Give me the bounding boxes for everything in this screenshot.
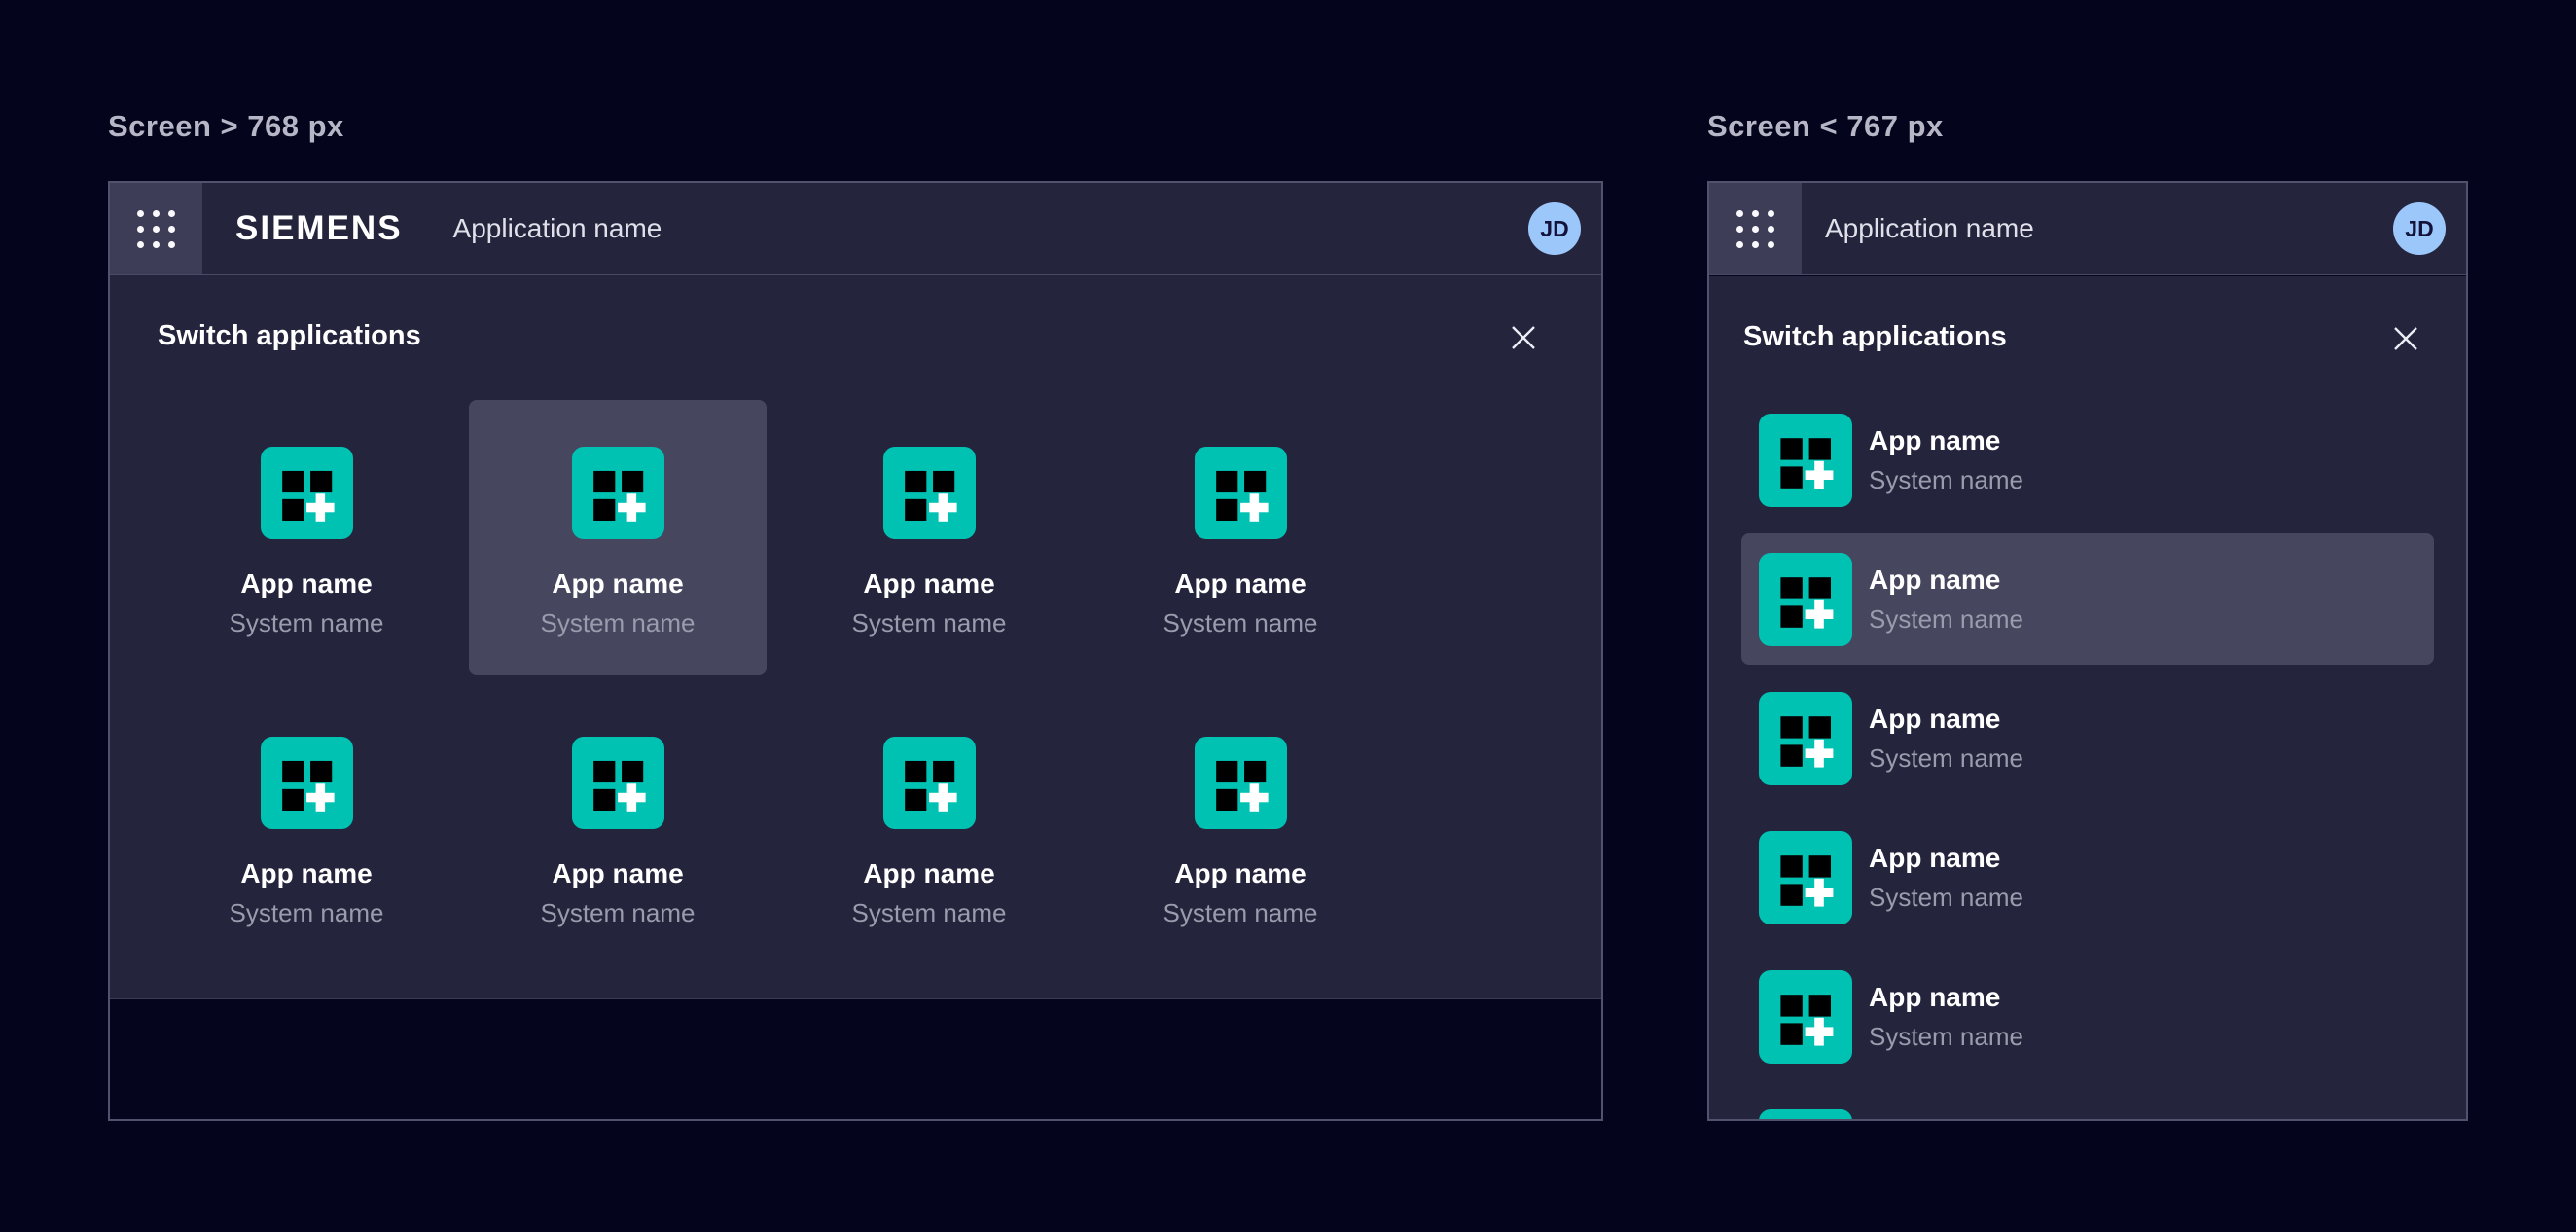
app-grid: App name System name App name System nam…: [158, 400, 1601, 965]
app-tile-highlighted[interactable]: App name System name: [469, 400, 767, 675]
app-list: App name System name App name System nam…: [1741, 394, 2434, 1119]
app-name-label: App name: [158, 858, 455, 889]
app-list-item[interactable]: App name System name: [1741, 394, 2434, 525]
siemens-logo: SIEMENS: [235, 209, 403, 248]
app-icon: [572, 737, 664, 829]
system-name-label: System name: [469, 608, 767, 638]
user-avatar[interactable]: JD: [2393, 202, 2446, 255]
system-name-label: System name: [1869, 465, 2023, 495]
app-content-area: [110, 999, 1601, 1118]
app-switch-grid-icon: [1736, 210, 1774, 248]
system-name-label: System name: [1091, 608, 1389, 638]
app-list-item-partial[interactable]: [1741, 1090, 2434, 1119]
close-button[interactable]: [2384, 317, 2427, 360]
app-tile[interactable]: App name System name: [780, 400, 1078, 675]
app-name-label: App name: [1091, 568, 1389, 599]
system-name-label: System name: [1869, 743, 2023, 774]
app-name-label: App name: [469, 568, 767, 599]
app-list-item[interactable]: App name System name: [1741, 951, 2434, 1082]
screen-label-desktop: Screen > 768 px: [108, 109, 344, 144]
app-icon: [261, 737, 353, 829]
system-name-label: System name: [780, 608, 1078, 638]
app-icon: [1759, 553, 1852, 646]
app-list-item-highlighted[interactable]: App name System name: [1741, 533, 2434, 665]
app-switch-button[interactable]: [110, 183, 202, 274]
app-header: SIEMENS Application name JD: [110, 183, 1601, 275]
app-list-item[interactable]: App name System name: [1741, 812, 2434, 943]
close-x-icon: [2392, 325, 2419, 352]
system-name-label: System name: [780, 898, 1078, 928]
app-list-item[interactable]: App name System name: [1741, 672, 2434, 804]
switch-applications-title: Switch applications: [1743, 321, 2466, 353]
app-name-label: App name: [158, 568, 455, 599]
switch-applications-overlay: Switch applications App name System name…: [110, 275, 1601, 999]
app-icon: [1759, 414, 1852, 507]
app-name-label: App name: [780, 858, 1078, 889]
window-desktop: SIEMENS Application name JD Switch appli…: [108, 181, 1603, 1121]
switch-applications-title: Switch applications: [158, 320, 1601, 352]
app-icon: [883, 737, 976, 829]
app-tile[interactable]: App name System name: [1091, 400, 1389, 675]
app-icon: [1759, 1109, 1852, 1120]
app-tile[interactable]: App name System name: [780, 690, 1078, 965]
app-icon: [572, 447, 664, 539]
app-icon: [883, 447, 976, 539]
app-icon: [1195, 447, 1287, 539]
system-name-label: System name: [1869, 604, 2023, 634]
app-icon: [261, 447, 353, 539]
app-name-label: App name: [1869, 704, 2023, 735]
close-x-icon: [1510, 324, 1537, 351]
app-name-label: App name: [1869, 564, 2023, 596]
app-tile[interactable]: App name System name: [1091, 690, 1389, 965]
app-header: Application name JD: [1709, 183, 2466, 275]
application-name-title: Application name: [1825, 213, 2034, 244]
app-name-label: App name: [1869, 425, 2023, 456]
close-button[interactable]: [1502, 316, 1545, 359]
user-avatar[interactable]: JD: [1528, 202, 1581, 255]
app-name-label: App name: [1091, 858, 1389, 889]
app-tile[interactable]: App name System name: [469, 690, 767, 965]
system-name-label: System name: [1091, 898, 1389, 928]
screen-label-mobile: Screen < 767 px: [1707, 109, 1944, 144]
app-switch-button[interactable]: [1709, 183, 1802, 274]
app-name-label: App name: [780, 568, 1078, 599]
app-icon: [1195, 737, 1287, 829]
switch-applications-overlay: Switch applications App name System name…: [1709, 276, 2466, 1119]
app-icon: [1759, 970, 1852, 1064]
system-name-label: System name: [1869, 1022, 2023, 1052]
system-name-label: System name: [158, 898, 455, 928]
window-mobile: Application name JD Switch applications …: [1707, 181, 2468, 1121]
app-tile[interactable]: App name System name: [158, 400, 455, 675]
app-name-label: App name: [469, 858, 767, 889]
app-icon: [1759, 831, 1852, 924]
app-name-label: App name: [1869, 843, 2023, 874]
app-switch-grid-icon: [137, 210, 175, 248]
application-name-title: Application name: [453, 213, 662, 244]
app-name-label: App name: [1869, 982, 2023, 1013]
system-name-label: System name: [158, 608, 455, 638]
system-name-label: System name: [1869, 883, 2023, 913]
app-icon: [1759, 692, 1852, 785]
app-tile[interactable]: App name System name: [158, 690, 455, 965]
system-name-label: System name: [469, 898, 767, 928]
